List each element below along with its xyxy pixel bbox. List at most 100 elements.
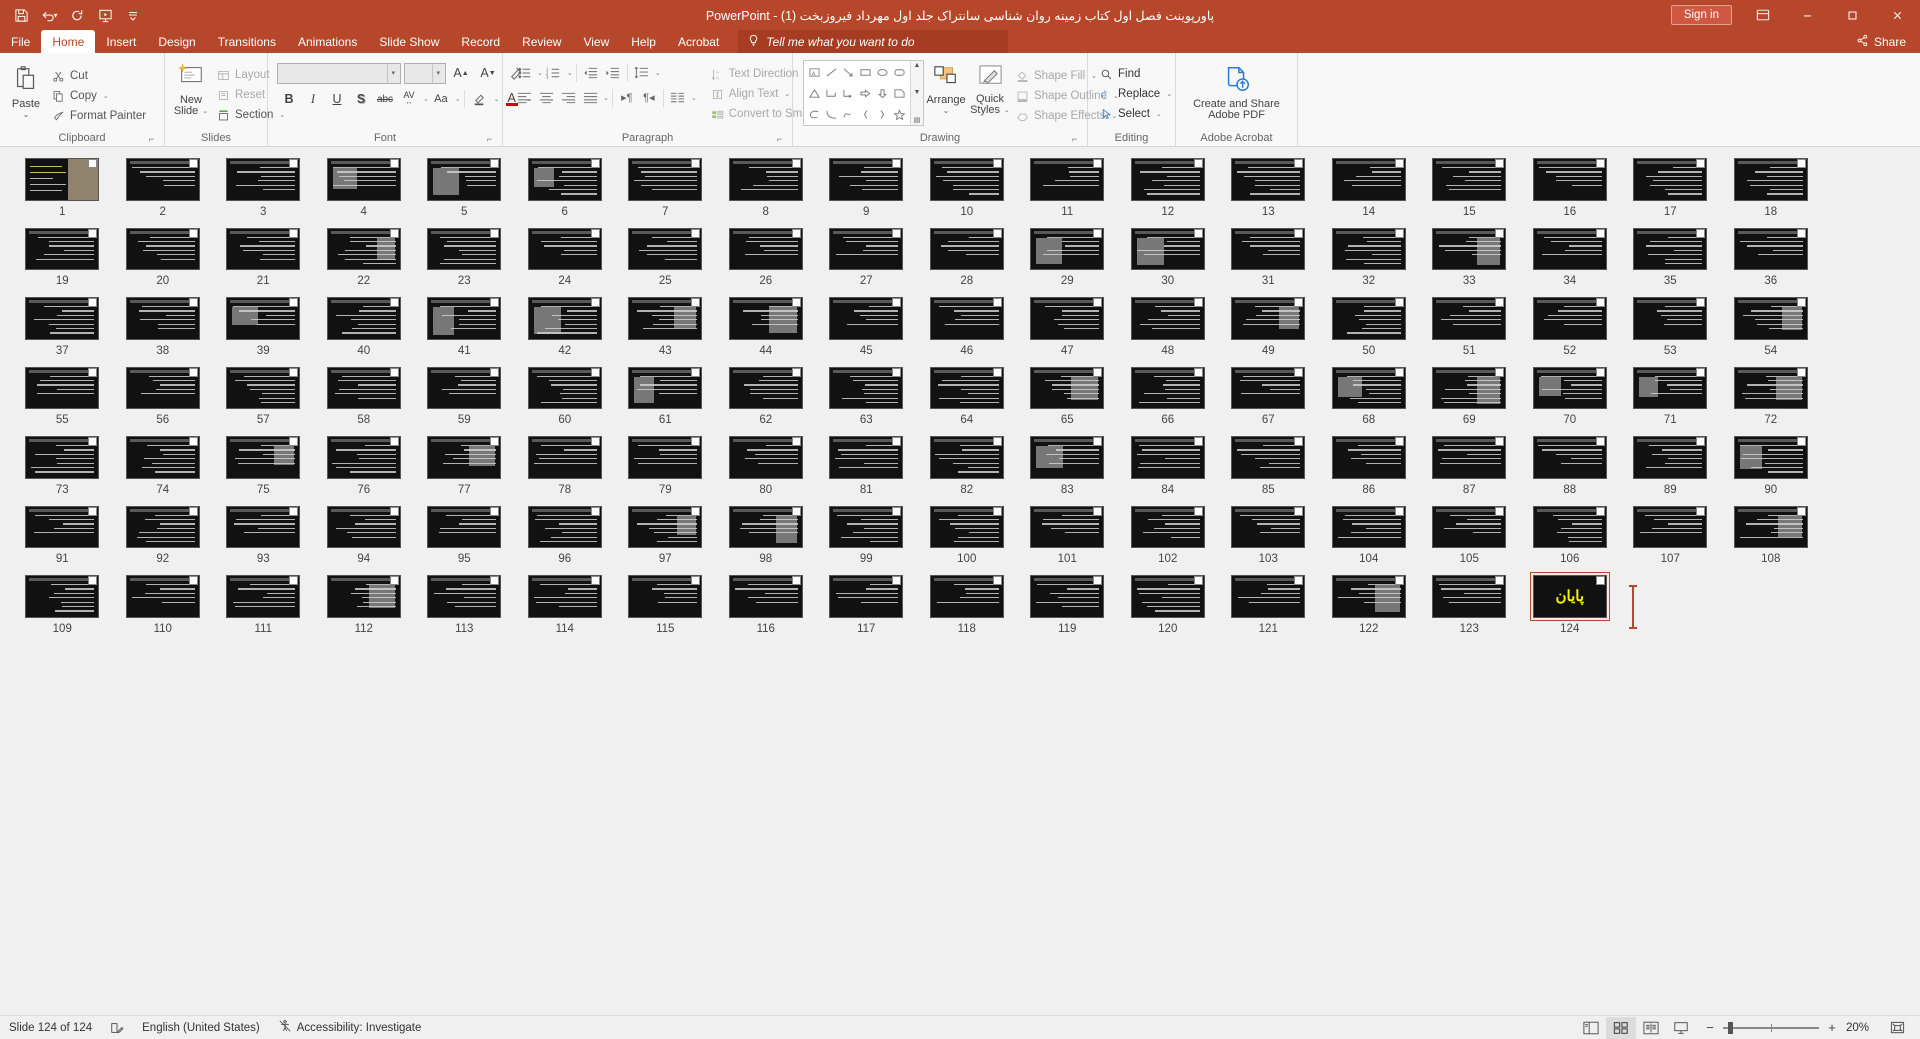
slide-preview[interactable] (1332, 159, 1405, 200)
new-slide-button[interactable]: New Slide ⌄ (169, 58, 213, 117)
slide-thumbnail[interactable]: 95 (414, 503, 515, 565)
slide-preview[interactable] (1533, 367, 1606, 408)
slide-preview[interactable] (1734, 159, 1807, 200)
slide-thumbnail[interactable]: 67 (1218, 364, 1319, 426)
undo-dropdown-caret[interactable]: ▾ (53, 11, 57, 20)
slide-thumbnail-frame[interactable] (726, 572, 806, 621)
slide-preview[interactable] (26, 298, 99, 339)
slide-preview[interactable] (629, 506, 702, 547)
slideshow-view-icon[interactable] (1666, 1017, 1696, 1039)
slide-thumbnail-frame[interactable] (1429, 364, 1509, 413)
slide-thumbnail[interactable]: 20 (113, 225, 214, 287)
slide-thumbnail[interactable]: 99 (816, 503, 917, 565)
slide-preview[interactable] (1031, 159, 1104, 200)
format-painter-button[interactable]: Format Painter (48, 106, 151, 126)
tab-record[interactable]: Record (450, 30, 511, 53)
slide-preview[interactable] (26, 576, 99, 617)
copy-button[interactable]: Copy ⌄ (48, 86, 151, 106)
down-arrow-shape-icon[interactable] (874, 83, 891, 104)
slide-thumbnail[interactable]: 109 (12, 572, 113, 635)
slide-preview[interactable] (227, 367, 300, 408)
tab-transitions[interactable]: Transitions (207, 30, 287, 53)
clipboard-dialog-launcher[interactable]: ⌐ (146, 134, 157, 145)
slide-preview[interactable] (930, 506, 1003, 547)
slide-thumbnail[interactable]: 114 (515, 572, 616, 635)
decrease-font-size-button[interactable]: A ▼ (476, 62, 500, 84)
left-brace-shape-icon[interactable] (857, 104, 874, 125)
slide-thumbnail[interactable]: 57 (213, 364, 314, 426)
slide-thumbnail[interactable]: 49 (1218, 294, 1319, 357)
paste-caret[interactable]: ⌄ (23, 110, 30, 119)
slide-thumbnail[interactable]: 7 (615, 155, 716, 218)
slide-thumbnail[interactable]: 77 (414, 433, 515, 496)
line-shape-icon[interactable] (823, 62, 840, 83)
drawing-dialog-launcher[interactable]: ⌐ (1069, 134, 1080, 145)
slide-preview[interactable] (126, 506, 199, 547)
align-left-button[interactable] (513, 87, 535, 108)
slide-thumbnail[interactable]: 118 (917, 572, 1018, 635)
slide-preview[interactable] (1232, 228, 1305, 269)
slide-preview[interactable] (227, 576, 300, 617)
tab-insert[interactable]: Insert (95, 30, 147, 53)
slide-thumbnail-frame[interactable] (1228, 364, 1308, 413)
slide-thumbnail-frame[interactable] (726, 225, 806, 274)
slide-thumbnail[interactable]: 22 (314, 225, 415, 287)
slide-preview[interactable] (1433, 506, 1506, 547)
slide-thumbnail[interactable]: 19 (12, 225, 113, 287)
slide-thumbnail[interactable]: 45 (816, 294, 917, 357)
sign-in-button[interactable]: Sign in (1670, 5, 1732, 25)
slide-thumbnail-frame[interactable] (1128, 155, 1208, 204)
decrease-indent-button[interactable] (580, 62, 602, 83)
slide-preview[interactable] (528, 437, 601, 478)
replace-button[interactable]: bc Replace ⌄ (1096, 84, 1177, 104)
language-indicator[interactable]: English (United States) (133, 1016, 269, 1039)
slide-thumbnail-frame[interactable] (826, 572, 906, 621)
slide-thumbnail[interactable]: 53 (1620, 294, 1721, 357)
text-highlight-icon[interactable] (468, 88, 492, 110)
slide-sorter-icon[interactable] (1606, 1016, 1636, 1039)
slide-thumbnail-frame[interactable] (1027, 294, 1107, 343)
slide-preview[interactable] (428, 159, 501, 200)
slide-preview[interactable]: پایان (1533, 576, 1606, 617)
slide-preview[interactable] (26, 437, 99, 478)
justify-caret-icon[interactable]: ⌄ (603, 94, 609, 102)
slide-preview[interactable] (26, 228, 99, 269)
slide-thumbnail-frame[interactable] (525, 572, 605, 621)
arrow-shape-icon[interactable] (840, 62, 857, 83)
slide-thumbnail[interactable]: 108 (1721, 503, 1822, 565)
slide-thumbnail-frame[interactable] (927, 294, 1007, 343)
slide-preview[interactable] (930, 367, 1003, 408)
slide-thumbnail[interactable]: 100 (917, 503, 1018, 565)
slide-preview[interactable] (1734, 506, 1807, 547)
slide-preview[interactable] (629, 228, 702, 269)
slide-preview[interactable] (1232, 159, 1305, 200)
close-button[interactable] (1875, 0, 1920, 30)
slide-preview[interactable] (1332, 576, 1405, 617)
slide-thumbnail[interactable]: 122 (1319, 572, 1420, 635)
change-case-caret-icon[interactable]: ⌄ (455, 95, 461, 103)
zoom-level-label[interactable]: 20% (1845, 1022, 1875, 1034)
slide-thumbnail[interactable]: 26 (716, 225, 817, 287)
slide-thumbnail[interactable]: 75 (213, 433, 314, 496)
slide-preview[interactable] (729, 228, 802, 269)
elbow-arrow-connector-icon[interactable] (840, 83, 857, 104)
slide-preview[interactable] (26, 367, 99, 408)
slide-thumbnail-frame[interactable] (1228, 294, 1308, 343)
notes-icon[interactable] (101, 1016, 133, 1039)
slide-preview[interactable] (1634, 159, 1707, 200)
arrange-button[interactable]: Arrange ⌄ (924, 60, 968, 115)
slide-thumbnail-frame[interactable] (625, 503, 705, 552)
slide-thumbnail-frame[interactable] (424, 364, 504, 413)
slide-thumbnail-frame[interactable] (826, 155, 906, 204)
slide-thumbnail[interactable]: 117 (816, 572, 917, 635)
slide-preview[interactable] (1232, 576, 1305, 617)
slide-preview[interactable] (1131, 576, 1204, 617)
slide-preview[interactable] (1734, 298, 1807, 339)
undo-icon[interactable]: ▾ (36, 3, 62, 27)
slide-preview[interactable] (1634, 367, 1707, 408)
change-case-button[interactable]: Aa (429, 88, 453, 110)
slide-preview[interactable] (830, 506, 903, 547)
slide-thumbnail-frame[interactable] (324, 572, 404, 621)
slide-thumbnail[interactable]: 9 (816, 155, 917, 218)
slide-thumbnail-frame[interactable] (1228, 572, 1308, 621)
